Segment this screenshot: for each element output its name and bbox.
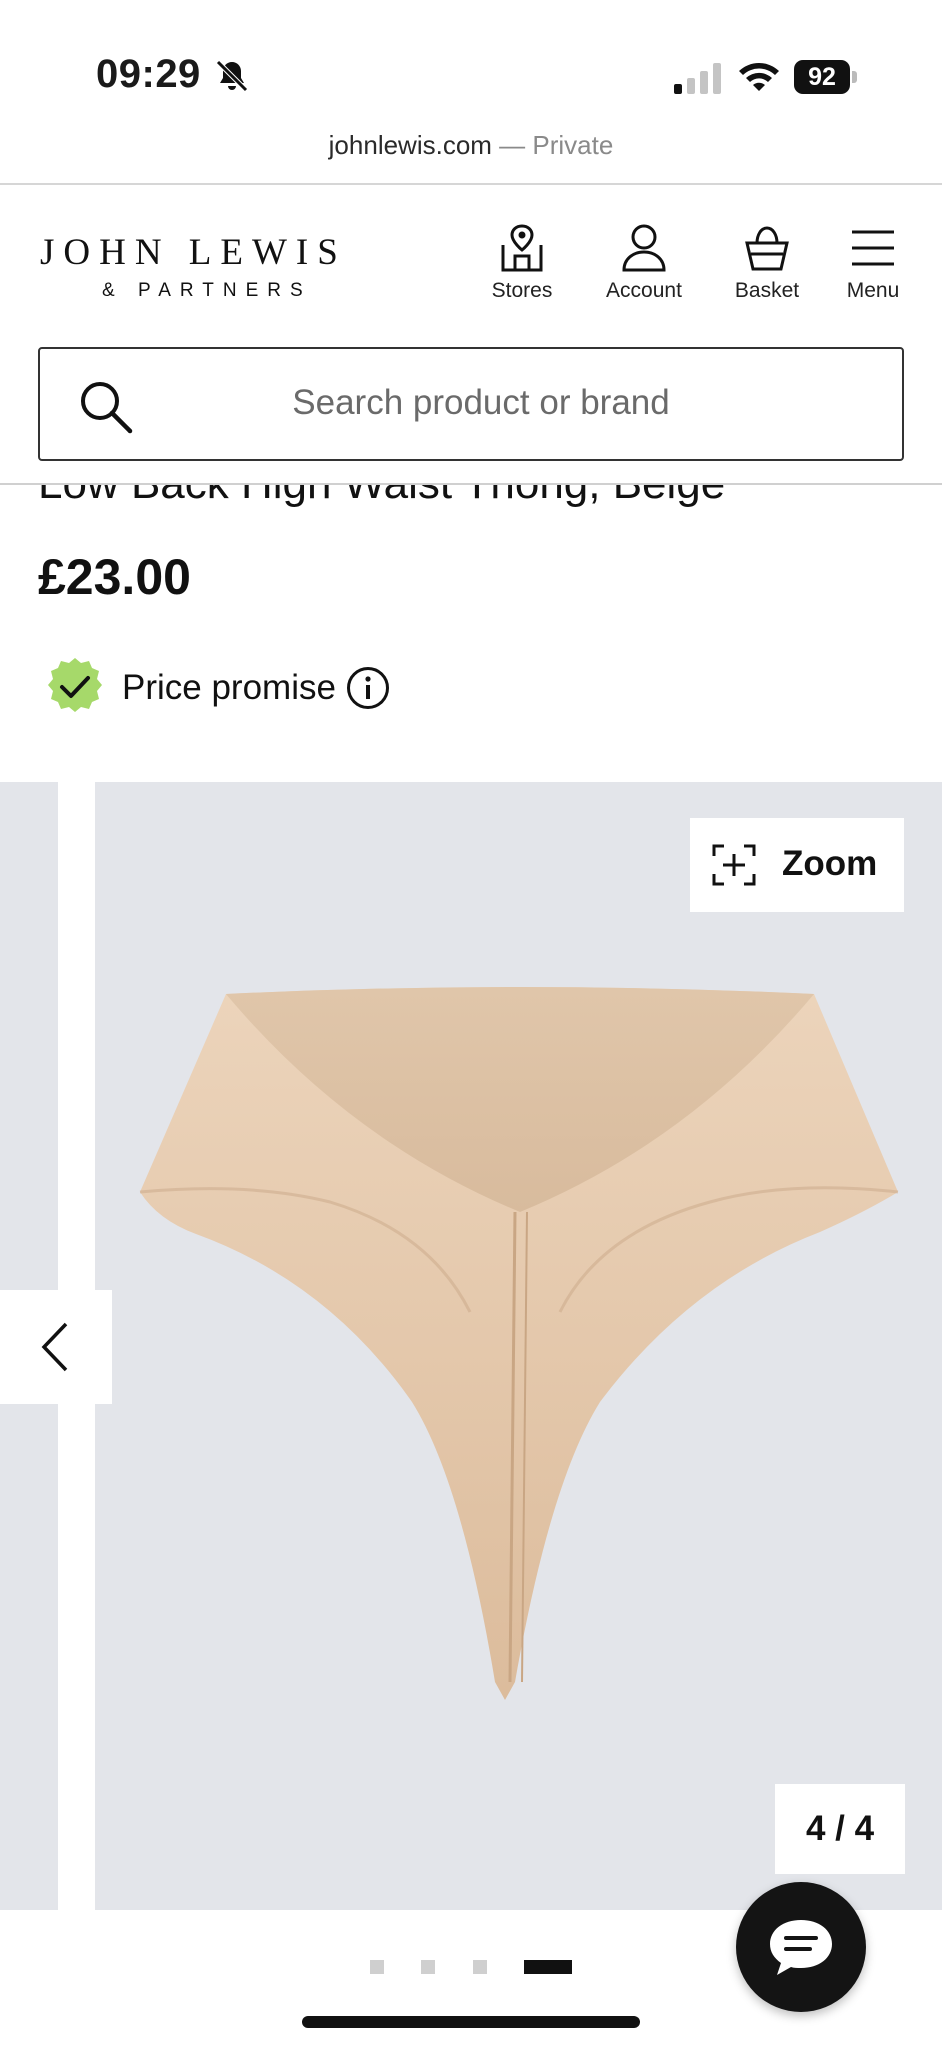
battery-icon: 92: [794, 60, 858, 94]
product-title: Low Back High Waist Thong, Beige: [38, 485, 725, 507]
search-input[interactable]: Search product or brand: [38, 347, 904, 461]
store-location-icon: [501, 224, 543, 272]
chat-button[interactable]: [736, 1882, 866, 2012]
pagination-dot-2[interactable]: [421, 1960, 435, 1974]
nav-basket[interactable]: Basket: [712, 223, 822, 303]
chevron-left-icon: [41, 1322, 68, 1372]
info-icon[interactable]: [346, 666, 390, 710]
account-icon: [622, 224, 666, 272]
search-placeholder: Search product or brand: [292, 383, 670, 422]
pagination-dot-1[interactable]: [370, 1960, 384, 1974]
price-promise-badge-icon: [48, 658, 102, 712]
menu-icon: [852, 230, 894, 266]
zoom-label: Zoom: [782, 844, 878, 883]
nav-account[interactable]: Account: [589, 223, 699, 303]
nav-label-stores: Stores: [491, 279, 553, 302]
home-indicator[interactable]: [302, 2016, 640, 2028]
product-price: £23.00: [38, 549, 191, 605]
url-bar[interactable]: johnlewis.com — Private: [0, 130, 942, 184]
pagination-dot-3[interactable]: [473, 1960, 487, 1974]
image-carousel[interactable]: Zoom 4 / 4: [0, 782, 942, 1910]
logo[interactable]: JOHN LEWIS & PARTNERS: [40, 231, 350, 302]
url-separator: —: [491, 130, 533, 160]
pagination-dot-4-active[interactable]: [524, 1960, 572, 1974]
nav-label-account: Account: [606, 279, 682, 302]
chat-bubble-icon: [770, 1920, 832, 1975]
url-private-label: Private: [532, 130, 614, 160]
nav-stores[interactable]: Stores: [467, 223, 577, 303]
zoom-button[interactable]: Zoom: [690, 818, 904, 912]
zoom-icon: [712, 844, 756, 886]
bell-slash-icon: [216, 60, 248, 92]
logo-sub: & PARTNERS: [102, 280, 312, 301]
url-domain: johnlewis.com: [328, 130, 492, 160]
previous-image-button[interactable]: [0, 1290, 112, 1404]
wifi-icon: [739, 63, 779, 91]
nav-label-menu: Menu: [846, 279, 900, 302]
signal-icon: [674, 63, 721, 94]
nav-menu[interactable]: Menu: [818, 223, 928, 303]
status-bar: 09:29 92: [0, 0, 942, 130]
image-counter: 4 / 4: [775, 1784, 905, 1874]
status-time: 09:29: [96, 52, 201, 96]
logo-main: JOHN LEWIS: [40, 232, 347, 273]
battery-level: 92: [794, 60, 850, 94]
site-header: JOHN LEWIS & PARTNERS Stores Account Bas…: [0, 185, 942, 485]
product-title-container: Low Back High Waist Thong, Beige: [0, 485, 942, 507]
price-promise-label: Price promise: [122, 668, 336, 707]
nav-label-basket: Basket: [734, 279, 800, 302]
basket-icon: [745, 226, 789, 271]
product-image[interactable]: [130, 982, 910, 1702]
